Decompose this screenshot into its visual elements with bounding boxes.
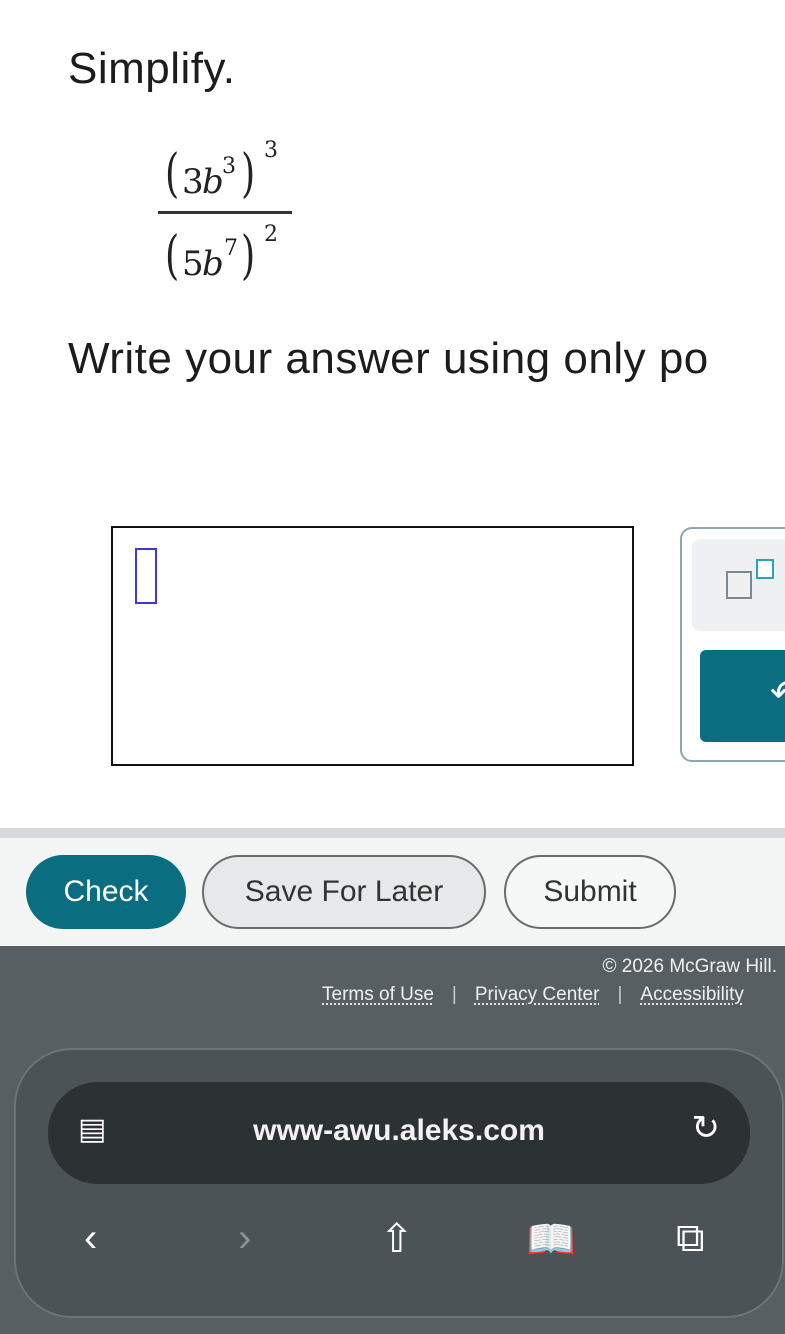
copyright-text: © 2026 McGraw Hill. [602, 956, 778, 977]
url-text[interactable]: www-awu.aleks.com [48, 1114, 750, 1148]
numerator-inner-exponent: 3 [222, 154, 236, 179]
fraction-bar [158, 211, 292, 214]
link-separator: | [617, 984, 623, 1005]
submit-button[interactable]: Submit [504, 855, 676, 929]
action-bar: Check Save For Later Submit [0, 838, 785, 946]
left-paren: ( [165, 144, 180, 204]
accessibility-link[interactable]: Accessibility [640, 984, 743, 1005]
numerator-coefficient: 3 [182, 162, 204, 202]
denominator-variable: b [202, 244, 224, 284]
left-paren: ( [165, 226, 180, 286]
terms-of-use-link[interactable]: Terms of Use [322, 984, 434, 1005]
privacy-center-link[interactable]: Privacy Center [475, 984, 600, 1005]
link-separator: | [451, 984, 457, 1005]
denominator-inner-exponent: 7 [224, 236, 238, 261]
math-expression: ( 3 b 3 ) 3 ( 5 b 7 ) 2 [158, 138, 294, 302]
denominator-outer-exponent: 2 [264, 222, 278, 247]
tabs-icon[interactable]: ⧉ [676, 1216, 705, 1261]
answer-instruction: Write your answer using only po [68, 334, 709, 383]
section-divider [0, 828, 785, 838]
denominator-coefficient: 5 [182, 244, 204, 284]
exponent-base-icon [726, 571, 752, 599]
exponent-power-icon [756, 559, 774, 579]
right-paren: ) [241, 226, 256, 286]
exponent-button[interactable] [692, 539, 785, 631]
footer-links: Terms of Use | Privacy Center | Accessibilit… [322, 984, 744, 1006]
numerator-outer-exponent: 3 [264, 138, 278, 163]
forward-icon[interactable]: › [238, 1216, 251, 1261]
instruction-text: Simplify. [68, 44, 236, 93]
save-for-later-button[interactable]: Save For Later [202, 855, 486, 929]
numerator-variable: b [202, 162, 224, 202]
input-cursor-box[interactable] [135, 548, 157, 604]
share-icon[interactable]: ⇧ [380, 1216, 414, 1262]
math-toolbox: ↶ [680, 527, 785, 762]
browser-toolbar: ▤ www-awu.aleks.com ↻ ‹ › ⇧ 📖 ⧉ [14, 1048, 784, 1318]
check-button[interactable]: Check [26, 855, 186, 929]
right-paren: ) [241, 144, 256, 204]
address-bar[interactable]: ▤ www-awu.aleks.com ↻ [48, 1082, 750, 1184]
undo-button[interactable]: ↶ [700, 650, 785, 742]
reload-icon[interactable]: ↻ [692, 1108, 721, 1148]
undo-icon: ↶ [770, 672, 785, 714]
bookmarks-icon[interactable]: 📖 [526, 1216, 576, 1263]
back-icon[interactable]: ‹ [84, 1216, 97, 1261]
answer-input[interactable] [111, 526, 634, 766]
